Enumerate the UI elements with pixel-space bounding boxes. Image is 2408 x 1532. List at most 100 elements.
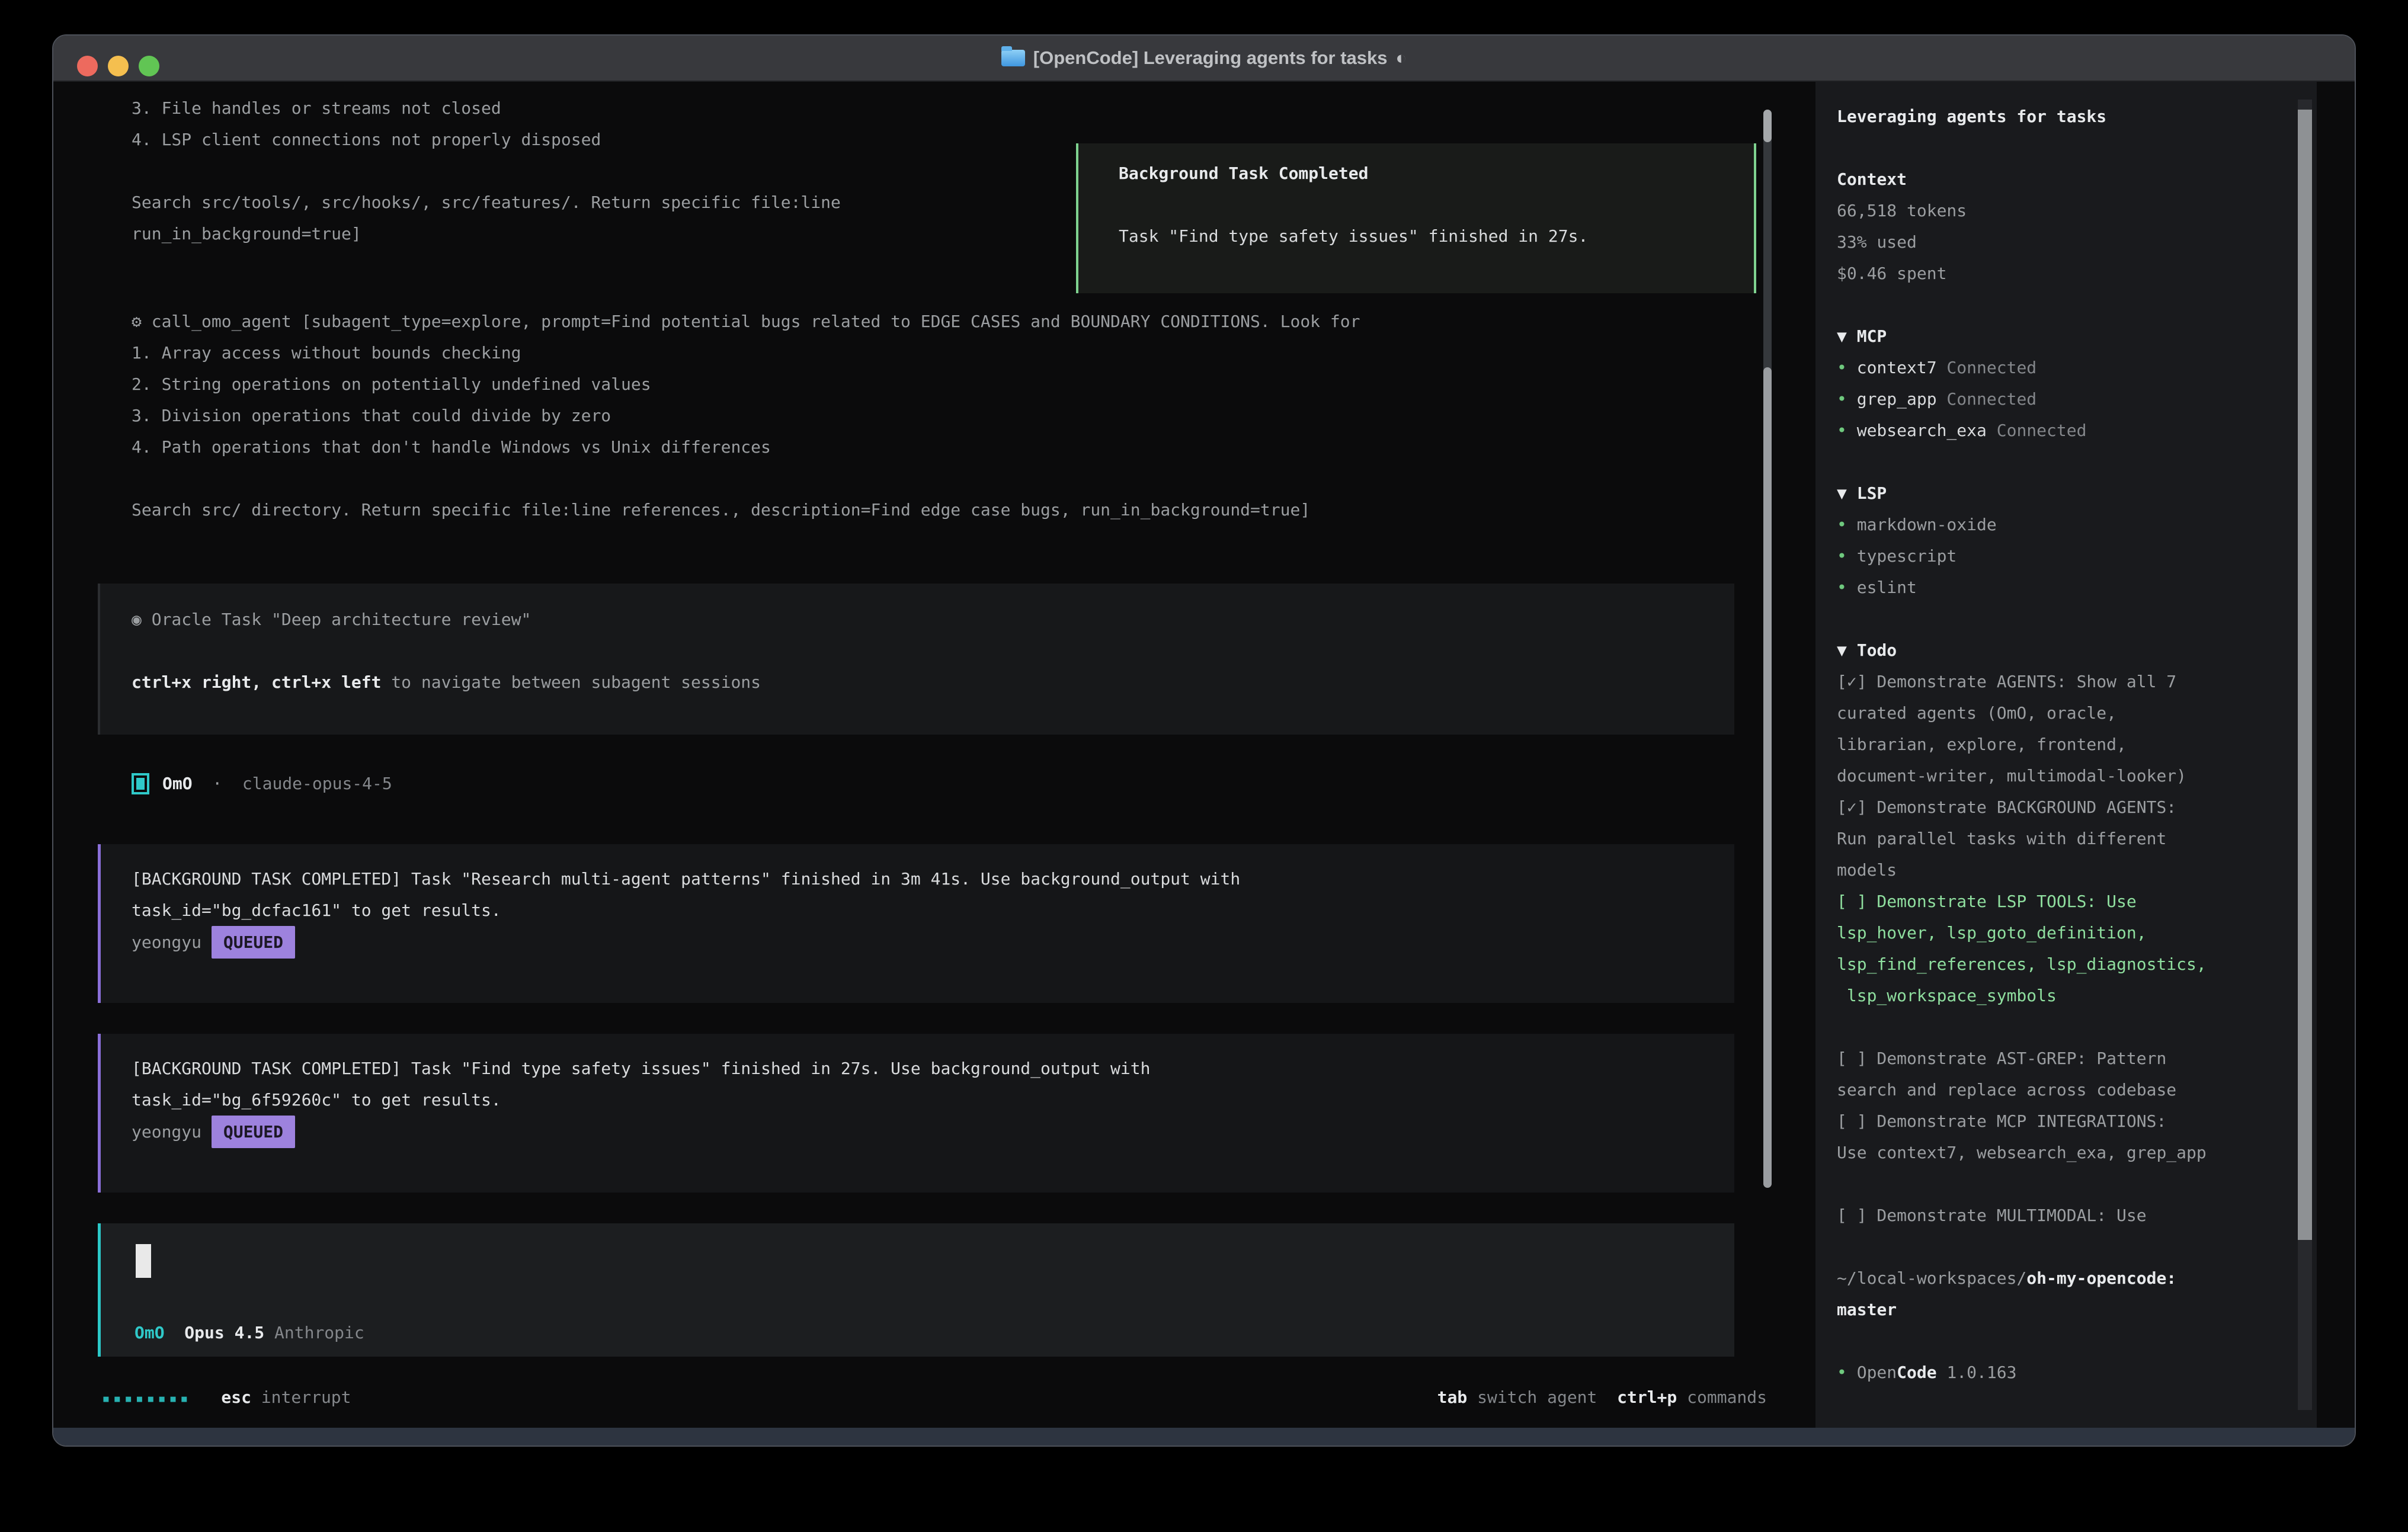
terminal-line: ▼ Todo <box>1837 634 2207 666</box>
text-segment: • <box>1837 389 1857 409</box>
text-segment: context7 <box>1857 358 1937 377</box>
text-segment: 66,518 tokens <box>1837 201 1967 220</box>
text-segment: [ ] Demonstrate MULTIMODAL: Use <box>1837 1206 2147 1225</box>
terminal-line: 3. File handles or streams not closed <box>132 92 841 124</box>
terminal-line: [ ] Demonstrate MULTIMODAL: Use <box>1837 1200 2207 1231</box>
minimize-button[interactable] <box>108 56 129 76</box>
text-segment: ▪▪▪▪▪▪▪▪ <box>102 1391 191 1406</box>
terminal-line <box>1837 132 2207 164</box>
prompt-input[interactable]: OmO Opus 4.5 Anthropic <box>98 1223 1734 1357</box>
half-circle-icon: ◐ <box>1396 47 1407 69</box>
oracle-lines: ◉ Oracle Task "Deep architecture review"… <box>132 604 1734 698</box>
text-segment: lsp_workspace_symbols <box>1837 986 2057 1005</box>
terminal-line: [✓] Demonstrate BACKGROUND AGENTS: <box>1837 791 2207 823</box>
terminal-line: [ ] Demonstrate AST-GREP: Pattern <box>1837 1043 2207 1074</box>
text-segment: 4. LSP client connections not properly d… <box>132 130 601 149</box>
zoom-button[interactable] <box>139 56 159 76</box>
text-segment: grep_app <box>1857 389 1937 409</box>
sidebar-lines: Leveraging agents for tasks Context66,51… <box>1837 101 2207 1388</box>
sidebar: Leveraging agents for tasks Context66,51… <box>1815 82 2317 1428</box>
text-segment: master <box>1837 1300 1897 1319</box>
text-segment: ▼ MCP <box>1837 326 1887 346</box>
text-segment: lsp_find_references, lsp_diagnostics, <box>1837 954 2207 974</box>
text-segment: yeongyu <box>132 1122 212 1142</box>
text-segment: typescript <box>1857 546 1957 566</box>
text-segment: task_id="bg_6f59260c" to get results. <box>132 1090 501 1110</box>
text-segment: librarian, explore, frontend, <box>1837 735 2127 754</box>
terminal-line: 66,518 tokens <box>1837 195 2207 226</box>
terminal-line: 1. Array access without bounds checking <box>132 337 1360 368</box>
window-title-text: [OpenCode] Leveraging agents for tasks <box>1033 47 1388 69</box>
text-segment: tab <box>1437 1387 1468 1407</box>
text-segment: claude-opus-4-5 <box>242 774 392 793</box>
terminal-line: ▼ LSP <box>1837 477 2207 509</box>
oracle-task-box[interactable]: ◉ Oracle Task "Deep architecture review"… <box>98 584 1734 735</box>
text-segment: Anthropic <box>264 1323 364 1342</box>
text-segment: Task "Find type safety issues" finished … <box>1119 226 1588 246</box>
folder-icon <box>1001 50 1025 66</box>
text-segment: [ ] Demonstrate LSP TOOLS: Use <box>1837 892 2137 911</box>
text-segment: • <box>1837 546 1857 566</box>
text-segment: commands <box>1677 1387 1767 1407</box>
sidebar-scrollbar-thumb[interactable] <box>2298 110 2312 1240</box>
terminal-line: ◉ Oracle Task "Deep architecture review" <box>132 604 1734 635</box>
toast-lines: Background Task Completed Task "Find typ… <box>1119 158 1754 252</box>
text-segment: • <box>1837 421 1857 440</box>
terminal-line <box>1837 1011 2207 1043</box>
close-button[interactable] <box>77 56 98 76</box>
terminal-line: 2. String operations on potentially unde… <box>132 368 1360 400</box>
text-segment: 4. Path operations that don't handle Win… <box>132 437 771 457</box>
text-segment: Search src/ directory. Return specific f… <box>132 500 1310 520</box>
main-scrollbar-thumb[interactable] <box>1763 367 1772 1188</box>
status-right: tab switch agent ctrl+p commands <box>1437 1382 1767 1415</box>
main-scrollbar-mark[interactable] <box>1763 110 1772 142</box>
task-completed-box-1[interactable]: [BACKGROUND TASK COMPLETED] Task "Resear… <box>98 844 1734 1003</box>
text-segment: • <box>1837 515 1857 534</box>
sidebar-scrollbar[interactable] <box>2298 100 2312 1410</box>
terminal-line: yeongyu QUEUED <box>132 926 1734 959</box>
text-segment: 1. Array access without bounds checking <box>132 343 521 363</box>
terminal-line: • typescript <box>1837 540 2207 572</box>
terminal-line: ~/local-workspaces/oh-my-opencode: <box>1837 1262 2207 1294</box>
main-scrollbar[interactable] <box>1763 110 1772 1188</box>
terminal-line: 4. Path operations that don't handle Win… <box>132 431 1360 463</box>
text-segment: Connected <box>1987 421 2087 440</box>
text-segment: Connected <box>1937 389 2037 409</box>
text-segment: [BACKGROUND TASK COMPLETED] Task "Find t… <box>132 1059 1150 1078</box>
terminal-line <box>132 463 1360 494</box>
text-segment: Background Task Completed <box>1119 164 1368 183</box>
terminal-line: Leveraging agents for tasks <box>1837 101 2207 132</box>
terminal-line: Search src/ directory. Return specific f… <box>132 494 1360 525</box>
terminal-line: run_in_background=true] <box>132 218 841 249</box>
terminal-line: [✓] Demonstrate AGENTS: Show all 7 <box>1837 666 2207 697</box>
agent-model-row: OmO Opus 4.5 Anthropic <box>135 1317 364 1348</box>
text-segment <box>1597 1387 1617 1407</box>
text-segment: search and replace across codebase <box>1837 1080 2176 1100</box>
terminal-line: Run parallel tasks with different <box>1837 823 2207 854</box>
text-segment: ctrl+p <box>1617 1387 1677 1407</box>
text-segment: OmO <box>135 1323 165 1342</box>
text-segment: Search src/tools/, src/hooks/, src/featu… <box>132 193 841 212</box>
text-segment: document-writer, multimodal-looker) <box>1837 766 2186 786</box>
task-completed-box-2[interactable]: [BACKGROUND TASK COMPLETED] Task "Find t… <box>98 1034 1734 1193</box>
terminal-line: ctrl+x right, ctrl+x left to navigate be… <box>132 666 1734 698</box>
terminal-line: task_id="bg_dcfac161" to get results. <box>132 895 1734 926</box>
text-segment: Open <box>1857 1363 1897 1382</box>
text-segment: switch agent <box>1467 1387 1597 1407</box>
terminal-line <box>132 155 841 187</box>
text-segment: lsp_hover, lsp_goto_definition, <box>1837 923 2147 943</box>
text-segment: OmO <box>162 774 193 793</box>
notification-toast[interactable]: Background Task Completed Task "Find typ… <box>1076 143 1756 293</box>
text-segment: 2. String operations on potentially unde… <box>132 374 651 394</box>
terminal-line: curated agents (OmO, oracle, <box>1837 697 2207 729</box>
terminal-line: ⚙ call_omo_agent [subagent_type=explore,… <box>132 306 1360 337</box>
terminal-line: • grep_app Connected <box>1837 383 2207 415</box>
text-segment: task_id="bg_dcfac161" to get results. <box>132 900 501 920</box>
agent-square-icon <box>132 773 149 794</box>
terminal-line: models <box>1837 854 2207 886</box>
terminal-line <box>1837 289 2207 320</box>
titlebar[interactable]: [OpenCode] Leveraging agents for tasks ◐ <box>53 36 2355 82</box>
terminal-line: ▪▪▪▪▪▪▪▪ esc interrupt <box>102 1382 351 1415</box>
terminal-line: 3. Division operations that could divide… <box>132 400 1360 431</box>
terminal-line: [ ] Demonstrate MCP INTEGRATIONS: <box>1837 1105 2207 1137</box>
